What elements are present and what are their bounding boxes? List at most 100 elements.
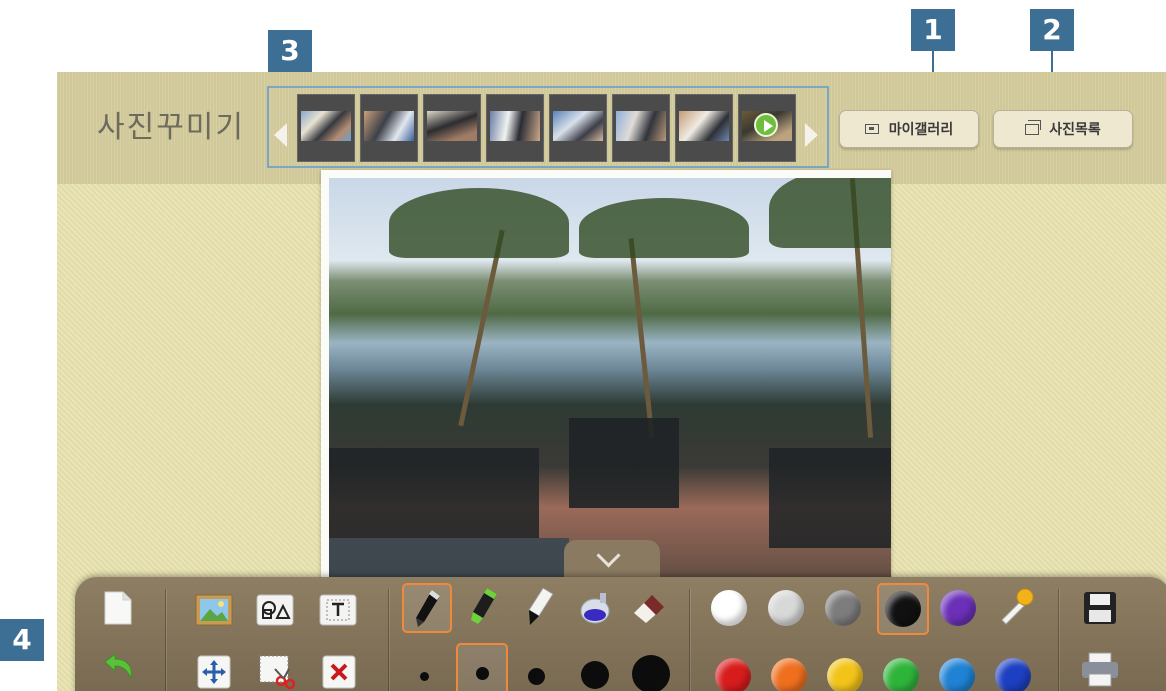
callout-1: 1 [911, 9, 955, 51]
new-page-icon [104, 591, 132, 625]
page-title: 사진꾸미기 [97, 110, 245, 145]
toolbar-divider [388, 589, 389, 691]
eyedropper-button[interactable] [996, 587, 1034, 625]
move-button[interactable] [195, 653, 233, 691]
marker-icon [416, 590, 440, 627]
photo-list-icon [1025, 119, 1042, 135]
photo-canvas[interactable] [321, 170, 891, 590]
photo-list-label: 사진목록 [1049, 122, 1101, 138]
color-swatch[interactable] [877, 583, 929, 635]
brush-size-dot [419, 671, 429, 681]
brush-pen-icon [528, 587, 554, 625]
text-button[interactable] [319, 591, 357, 629]
color-swatch[interactable] [714, 657, 752, 691]
toolbar-divider [689, 589, 690, 691]
background-image-button[interactable] [195, 591, 233, 629]
color-swatch[interactable] [994, 657, 1032, 691]
color-swatch[interactable] [938, 657, 976, 691]
photo-list-button[interactable]: 사진목록 [993, 110, 1133, 148]
thumbnail-image [553, 111, 603, 141]
patio-chairs [569, 418, 679, 508]
color-swatch[interactable] [882, 657, 920, 691]
callout-2: 2 [1030, 9, 1074, 51]
toolbar-divider [165, 589, 166, 691]
brush-size-2[interactable] [456, 643, 508, 691]
marker-tool[interactable] [402, 583, 452, 633]
background-image-icon [195, 594, 233, 626]
highlighter-tool[interactable] [465, 587, 503, 625]
photo-thumbnail[interactable] [486, 94, 544, 162]
edited-photo [329, 178, 891, 590]
color-orange [771, 658, 807, 691]
delete-button[interactable] [320, 653, 358, 691]
print-icon [1082, 652, 1118, 687]
save-icon [1084, 592, 1116, 624]
patio-furniture [769, 448, 891, 548]
photo-thumbnail[interactable] [612, 94, 670, 162]
brush-size-dot [527, 667, 545, 685]
palm-trunk [628, 238, 655, 438]
color-purple [940, 590, 976, 626]
color-swatch[interactable] [767, 589, 805, 627]
collapse-toolbar-button[interactable] [564, 540, 660, 578]
drawing-toolbar [75, 577, 1166, 691]
color-white [711, 590, 747, 626]
palm-leaves [769, 178, 891, 248]
shapes-button[interactable] [256, 591, 294, 629]
prev-arrow-icon[interactable] [274, 123, 287, 147]
palm-trunk [458, 229, 505, 427]
callout-4: 4 [0, 619, 44, 661]
color-swatch[interactable] [710, 589, 748, 627]
photo-thumbnail[interactable] [675, 94, 733, 162]
play-icon [754, 113, 778, 137]
print-button[interactable] [1081, 651, 1119, 689]
photo-thumbnail[interactable] [360, 94, 418, 162]
video-thumbnail[interactable] [738, 94, 796, 162]
toolbar-divider [1058, 589, 1059, 691]
color-light-gray [768, 590, 804, 626]
thumbnail-strip [267, 86, 829, 168]
cut-button[interactable] [258, 653, 296, 691]
new-page-button[interactable] [99, 589, 137, 627]
my-gallery-button[interactable]: 마이갤러리 [839, 110, 979, 148]
photo-decorate-app: 사진꾸미기 마이갤러리 사진목록 [57, 72, 1166, 691]
thumbnail-image [427, 111, 477, 141]
paint-bucket-tool[interactable] [577, 589, 615, 627]
color-swatch[interactable] [826, 657, 864, 691]
cut-icon [259, 655, 295, 689]
color-swatch[interactable] [939, 589, 977, 627]
thumbnail-image [679, 111, 729, 141]
color-swatch[interactable] [824, 589, 862, 627]
delete-icon [322, 655, 356, 689]
undo-button[interactable] [99, 647, 137, 685]
save-button[interactable] [1081, 589, 1119, 627]
paint-bucket-icon [580, 593, 610, 624]
chevron-down-icon [596, 543, 621, 568]
top-bar: 사진꾸미기 마이갤러리 사진목록 [57, 72, 1166, 184]
color-swatch[interactable] [770, 657, 808, 691]
color-green [883, 658, 919, 691]
brush-size-3[interactable] [517, 657, 555, 691]
gallery-icon [864, 124, 879, 134]
thumbnail-image [616, 111, 666, 141]
photo-thumbnail[interactable] [297, 94, 355, 162]
next-arrow-icon[interactable] [805, 123, 818, 147]
brush-size-dot [581, 661, 609, 689]
brush-size-5[interactable] [628, 651, 674, 691]
thumbnail-list [297, 94, 796, 162]
eraser-icon [634, 595, 664, 623]
callout-3: 3 [268, 30, 312, 72]
photo-thumbnail[interactable] [423, 94, 481, 162]
photo-thumbnail[interactable] [549, 94, 607, 162]
patio-table [329, 448, 539, 538]
color-black [885, 591, 921, 627]
brush-pen-tool[interactable] [521, 587, 559, 625]
brush-size-1[interactable] [405, 657, 443, 691]
color-red [715, 658, 751, 691]
color-gray [825, 590, 861, 626]
undo-icon [104, 652, 132, 680]
eraser-tool[interactable] [629, 589, 667, 627]
palm-leaves [579, 198, 749, 258]
brush-size-4[interactable] [573, 653, 617, 691]
highlighter-icon [471, 588, 497, 624]
